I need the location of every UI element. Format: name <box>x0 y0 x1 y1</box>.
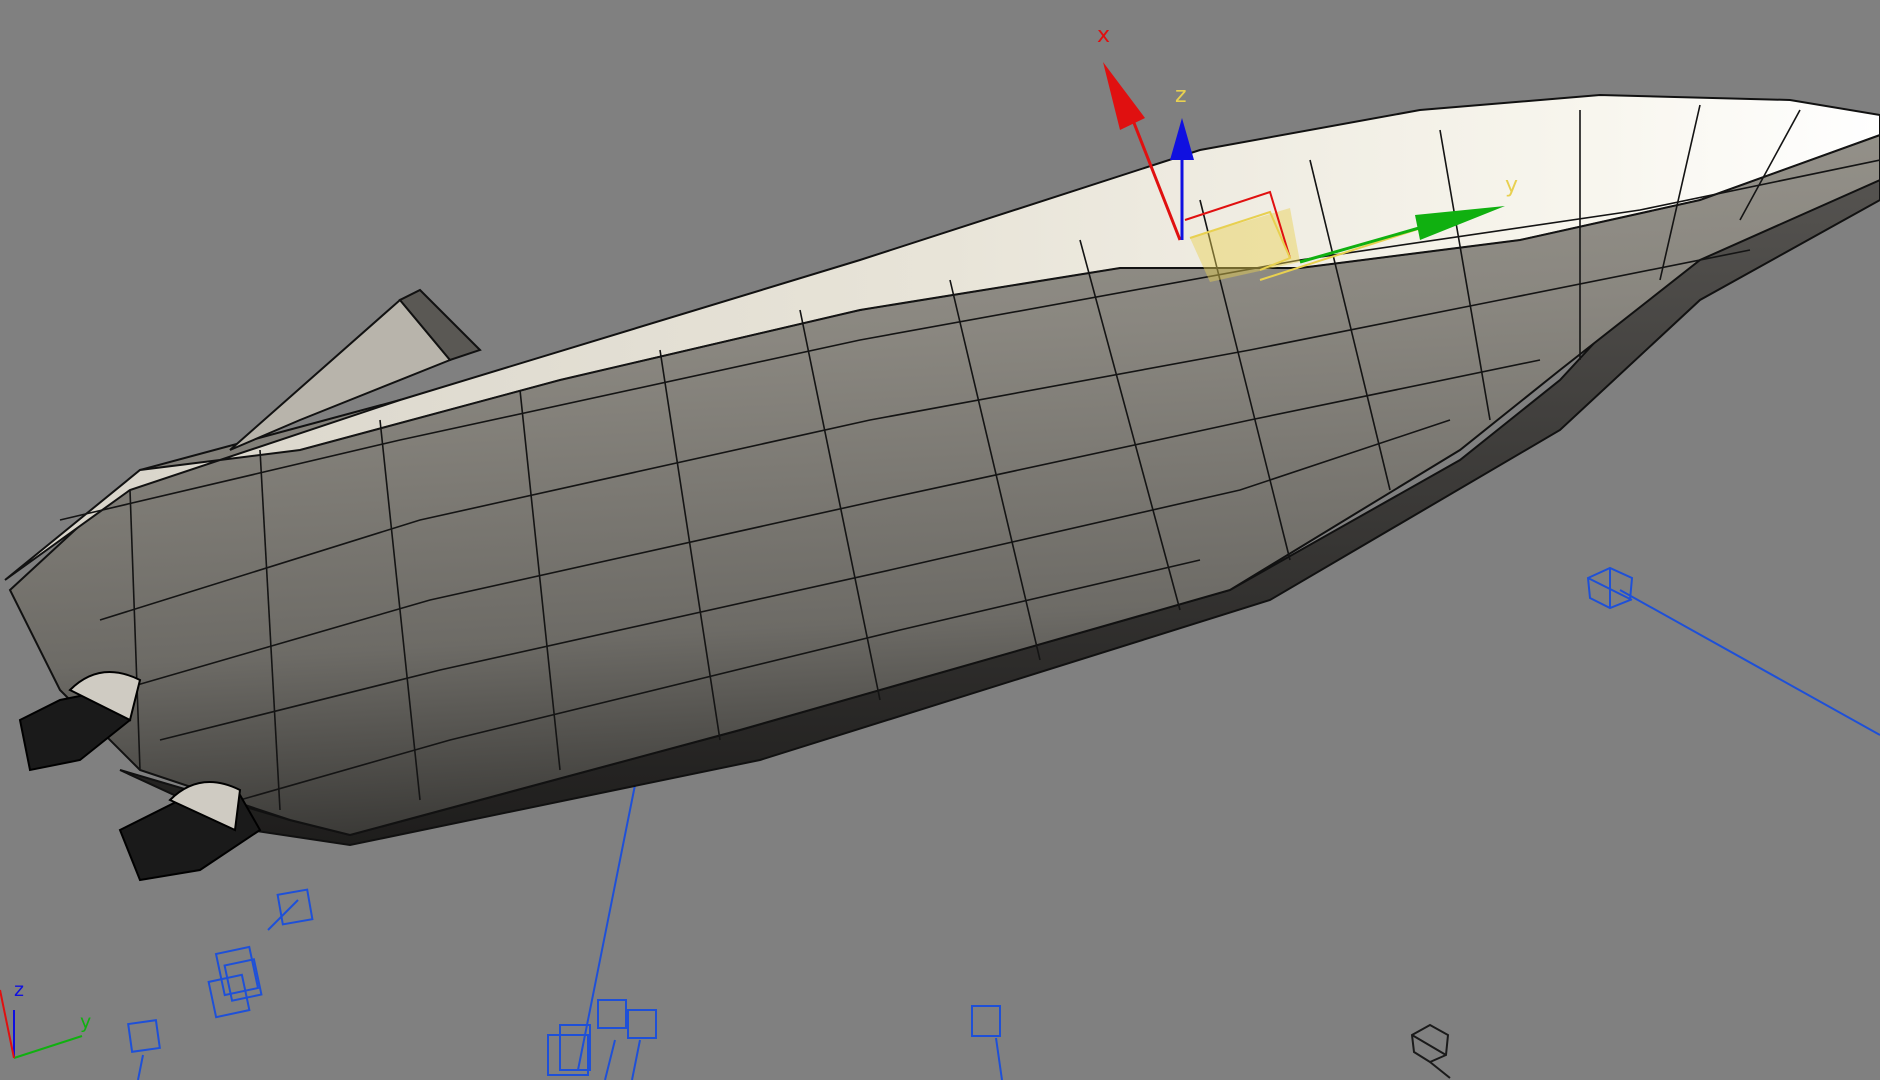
gizmo-z-label: z <box>1175 83 1187 108</box>
gizmo-y-label: y <box>1505 173 1518 198</box>
3d-viewport[interactable]: x z y z y <box>0 0 1880 1080</box>
gizmo-x-label: x <box>1097 23 1110 48</box>
boat-hull[interactable] <box>4 93 1880 847</box>
target-icon[interactable] <box>1410 1023 1451 1079</box>
target-icon[interactable] <box>1586 566 1634 610</box>
light-icon[interactable] <box>207 945 591 1076</box>
camera-icon[interactable] <box>127 888 1001 1053</box>
triad-z-label: z <box>14 979 24 1001</box>
triad-y-label: y <box>80 1011 91 1033</box>
viewport-scene[interactable]: x z y z y <box>0 0 1880 1080</box>
view-axis-triad: z y <box>0 979 91 1059</box>
